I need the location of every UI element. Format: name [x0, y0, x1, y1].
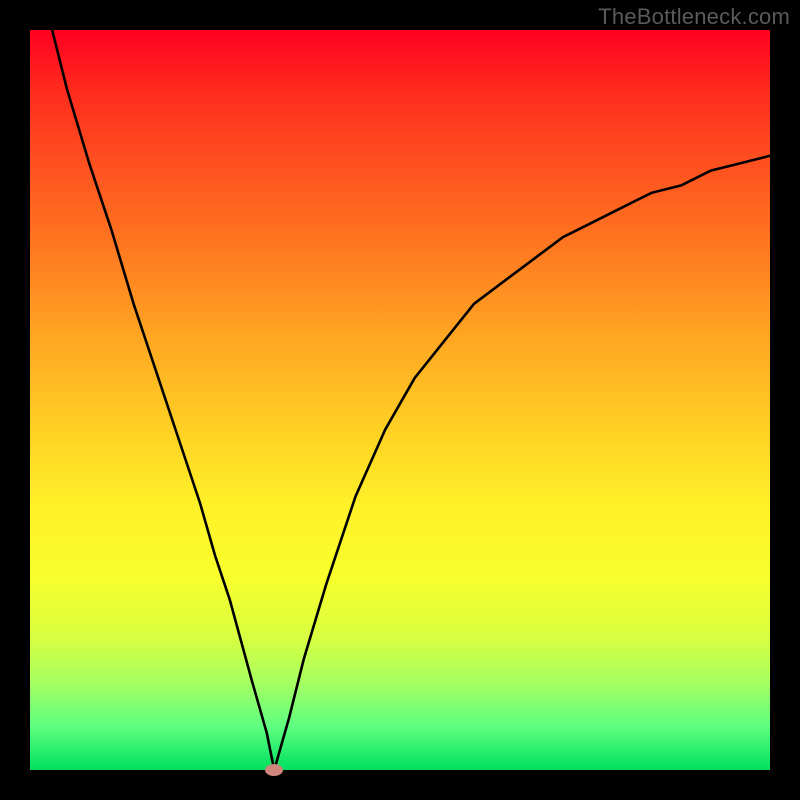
minimum-marker	[265, 764, 283, 776]
watermark-text: TheBottleneck.com	[598, 4, 790, 30]
bottleneck-curve	[30, 30, 770, 770]
plot-area	[30, 30, 770, 770]
chart-frame: TheBottleneck.com	[0, 0, 800, 800]
curve-path	[52, 30, 770, 770]
